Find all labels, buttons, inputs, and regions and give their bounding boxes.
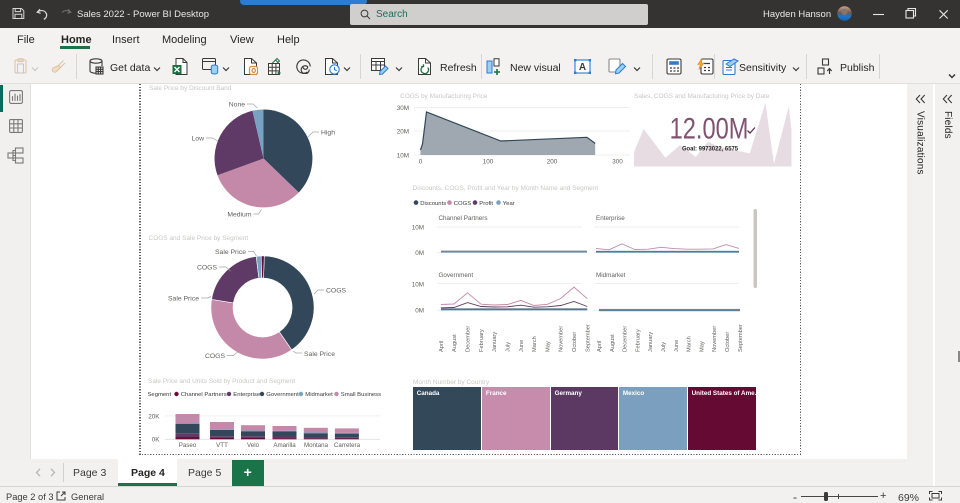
svg-text:January: January <box>648 332 654 352</box>
svg-text:20M: 20M <box>397 129 409 136</box>
svg-text:0M: 0M <box>415 308 424 315</box>
svg-text:May: May <box>545 341 551 352</box>
svg-text:VTT: VTT <box>216 442 228 449</box>
svg-text:April: April <box>597 341 603 352</box>
svg-text:June: June <box>674 340 680 352</box>
svg-text:Enterprise: Enterprise <box>233 392 261 398</box>
svg-text:COGS: COGS <box>326 288 346 295</box>
svg-text:None: None <box>229 102 245 109</box>
svg-text:Government: Government <box>266 392 299 398</box>
svg-text:September: September <box>585 324 591 352</box>
svg-text:Channel Partners: Channel Partners <box>439 215 488 222</box>
svg-text:Small Business: Small Business <box>341 392 381 398</box>
svg-text:November: November <box>712 326 718 352</box>
svg-text:Channel Partners: Channel Partners <box>181 392 227 398</box>
svg-text:March: March <box>532 336 538 352</box>
svg-text:December: December <box>623 326 629 352</box>
svg-text:August: August <box>610 334 616 352</box>
svg-text:July: July <box>506 342 512 352</box>
svg-text:Low: Low <box>192 136 205 143</box>
svg-text:December: December <box>466 326 472 352</box>
svg-text:0M: 0M <box>415 250 424 257</box>
svg-text:Carretera: Carretera <box>334 442 361 449</box>
svg-text:February: February <box>635 329 641 352</box>
svg-text:Segment: Segment <box>148 392 172 398</box>
svg-text:Goal: 9973022, 6575: Goal: 9973022, 6575 <box>682 145 739 152</box>
svg-text:October: October <box>725 332 731 352</box>
svg-text:10M: 10M <box>412 225 424 232</box>
svg-text:Montana: Montana <box>304 442 329 449</box>
svg-text:March: March <box>687 336 693 352</box>
svg-text:February: February <box>479 329 485 352</box>
svg-text:August: August <box>452 334 458 352</box>
svg-text:Amarilla: Amarilla <box>273 442 296 449</box>
svg-text:Paseo: Paseo <box>179 442 197 449</box>
svg-text:May: May <box>699 341 705 352</box>
svg-text:10M: 10M <box>412 282 424 289</box>
svg-text:June: June <box>519 340 525 352</box>
svg-text:Velo: Velo <box>247 442 260 449</box>
svg-text:Sale Price: Sale Price <box>168 296 199 303</box>
svg-text:200: 200 <box>547 159 558 166</box>
svg-text:Government: Government <box>439 272 474 279</box>
svg-text:September: September <box>738 324 744 352</box>
svg-text:COGS: COGS <box>197 265 217 272</box>
svg-text:Midmarket: Midmarket <box>305 392 333 398</box>
svg-text:Sale Price: Sale Price <box>215 249 246 256</box>
svg-text:Midmarket: Midmarket <box>596 272 626 279</box>
svg-text:Year: Year <box>503 201 515 207</box>
svg-text:0K: 0K <box>152 436 161 443</box>
svg-text:Enterprise: Enterprise <box>596 215 625 222</box>
svg-text:January: January <box>492 332 498 352</box>
svg-text:October: October <box>572 332 578 352</box>
svg-text:20K: 20K <box>148 413 160 420</box>
svg-text:300: 300 <box>612 159 623 166</box>
svg-text:10M: 10M <box>397 153 409 160</box>
svg-text:Profit: Profit <box>479 201 493 207</box>
svg-text:0: 0 <box>419 159 423 166</box>
svg-text:Sale Price: Sale Price <box>304 351 335 358</box>
svg-text:12.00M: 12.00M <box>670 112 749 145</box>
svg-text:COGS: COGS <box>205 353 225 360</box>
svg-text:Medium: Medium <box>227 212 252 219</box>
svg-text:Discounts: Discounts <box>420 201 446 207</box>
svg-text:November: November <box>559 326 565 352</box>
svg-text:100: 100 <box>483 159 494 166</box>
svg-text:April: April <box>439 341 445 352</box>
svg-text:30M: 30M <box>397 105 409 112</box>
svg-text:High: High <box>321 130 335 137</box>
svg-text:A: A <box>579 62 586 73</box>
svg-text:COGS: COGS <box>454 201 471 207</box>
svg-text:July: July <box>661 342 667 352</box>
